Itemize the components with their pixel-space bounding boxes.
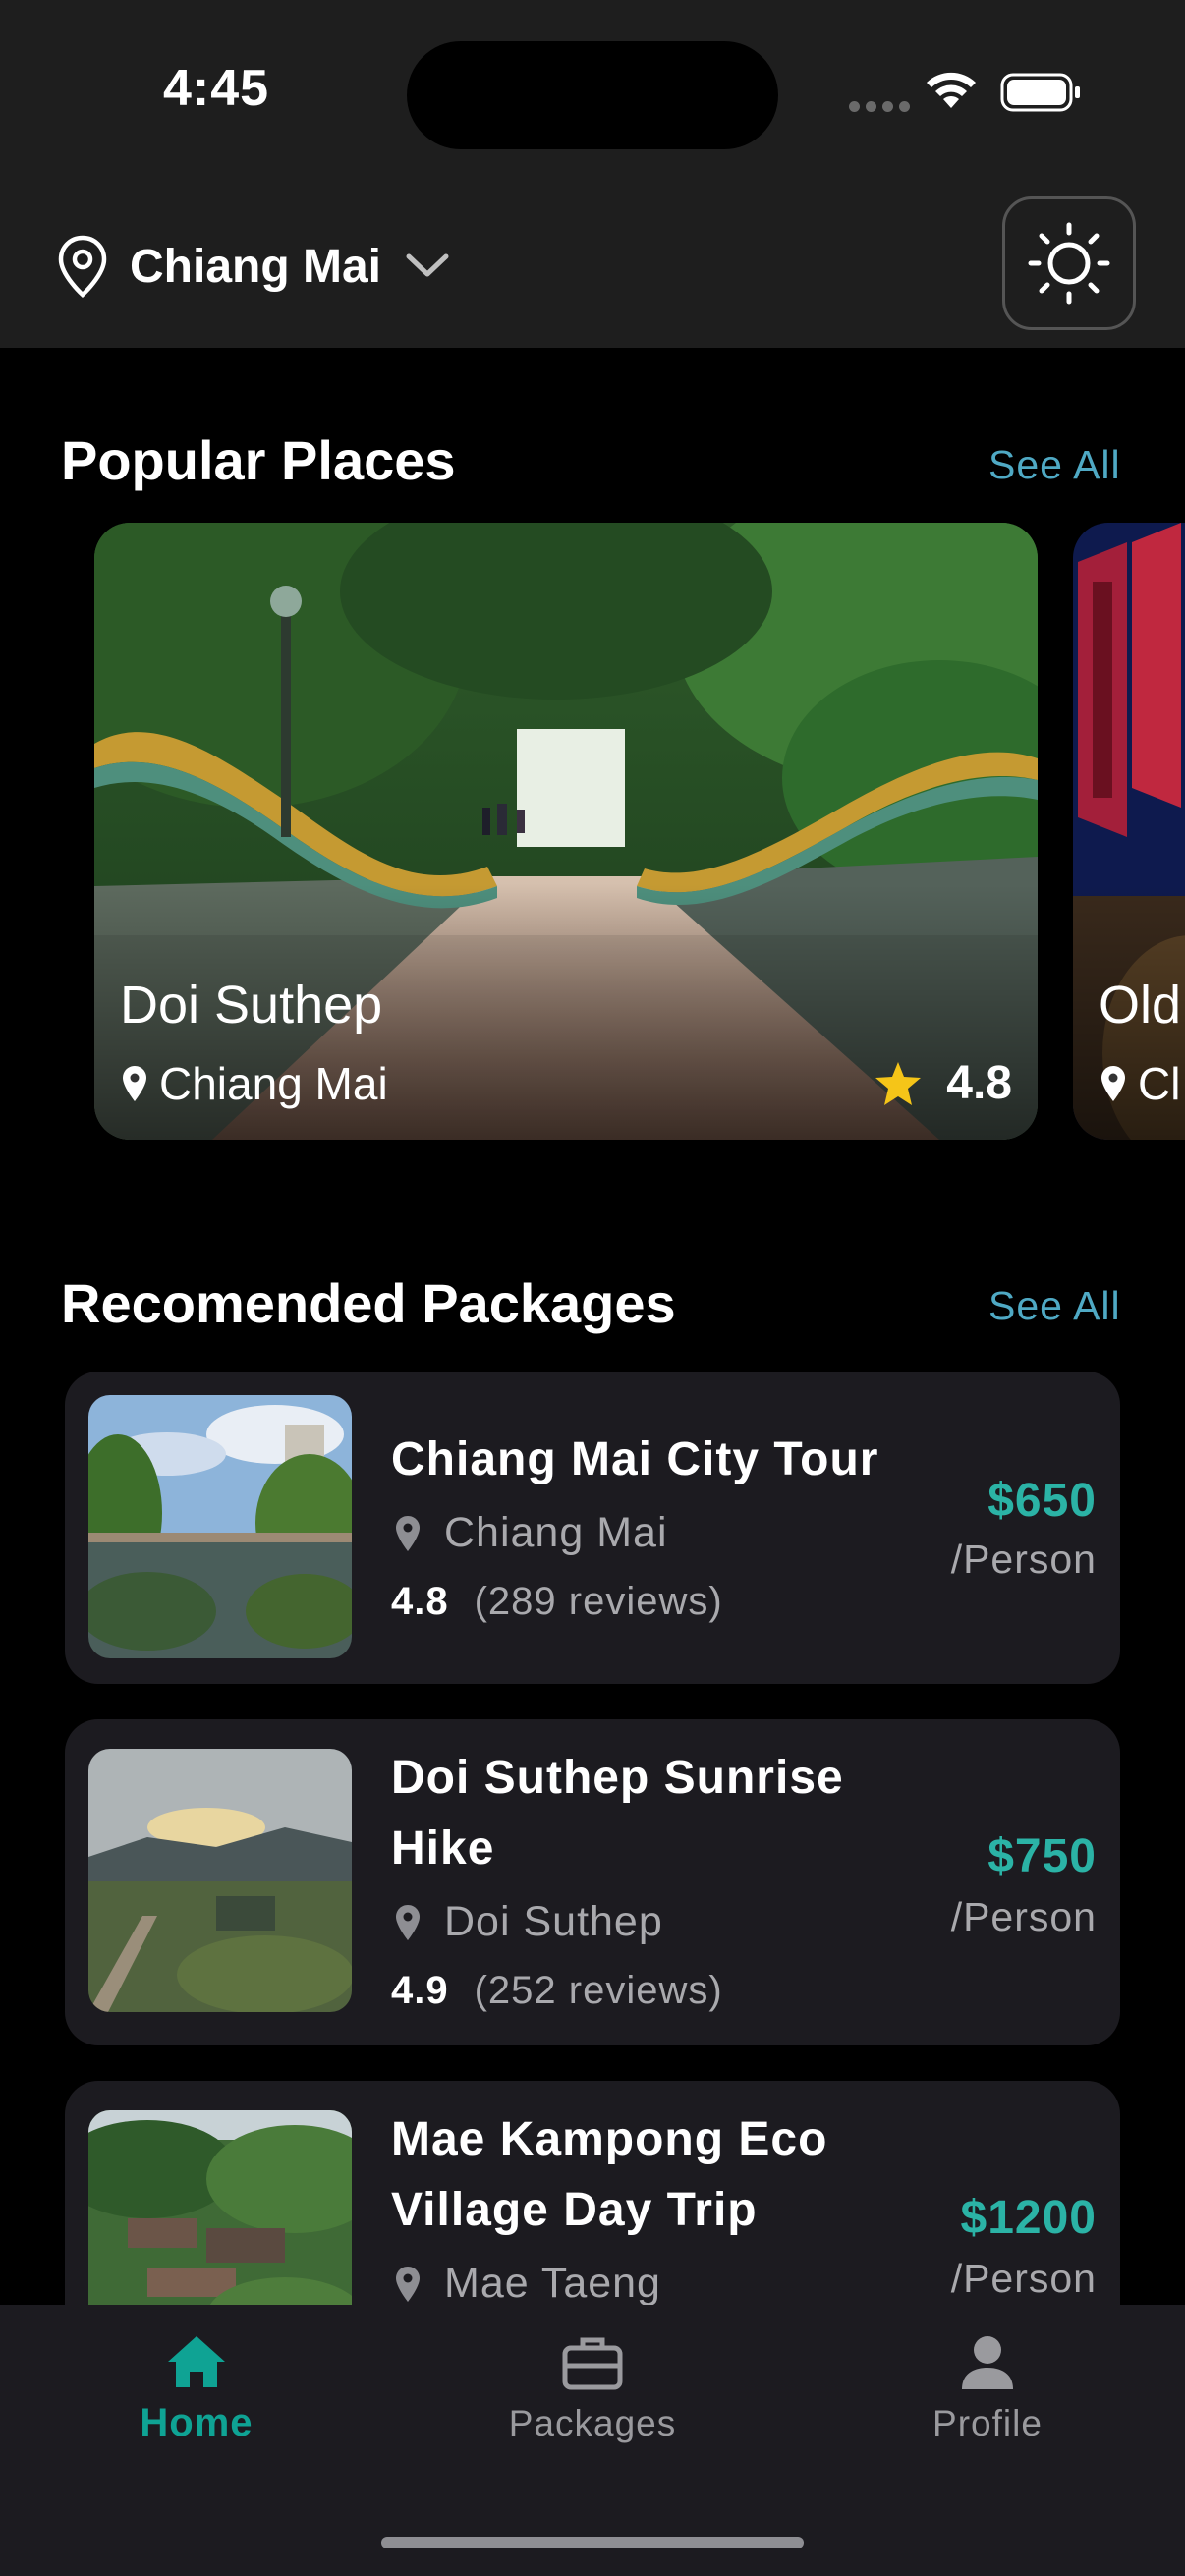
package-image (88, 1395, 352, 1658)
location-pin-icon (58, 235, 107, 299)
chevron-down-icon (406, 253, 449, 277)
popular-see-all-link[interactable]: See All (988, 442, 1121, 488)
wifi-icon (927, 72, 976, 108)
briefcase-icon (562, 2337, 623, 2390)
status-time: 4:45 (163, 60, 270, 117)
nav-home[interactable]: Home (49, 2334, 344, 2445)
location-pin-icon (123, 1066, 146, 1101)
package-card[interactable]: Doi Suthep Sunrise Hike Doi Suthep 4.9 (2… (65, 1719, 1120, 2045)
package-price: $650 (988, 1475, 1097, 1527)
location-pin-icon (396, 1904, 420, 1940)
place-rating: 4.8 (874, 1056, 1012, 1110)
package-location: Doi Suthep (395, 1898, 663, 1946)
packages-title: Recomended Packages (61, 1272, 676, 1334)
package-price-unit: /Person (950, 1537, 1097, 1582)
place-location: Cl (1100, 1057, 1180, 1110)
home-indicator (381, 2537, 804, 2548)
star-icon (875, 1061, 922, 1105)
package-price-unit: /Person (950, 1894, 1097, 1939)
theme-toggle-button[interactable] (1002, 196, 1136, 330)
package-title: Doi Suthep Sunrise Hike (391, 1752, 844, 1875)
place-card[interactable]: Doi Suthep Chiang Mai 4.8 (94, 523, 1038, 1140)
package-card[interactable]: Chiang Mai City Tour Chiang Mai 4.8 (289 … (65, 1372, 1120, 1684)
sun-icon (1028, 222, 1110, 305)
place-location: Chiang Mai (122, 1057, 388, 1110)
place-name: Old (1099, 976, 1182, 1035)
packages-see-all-link[interactable]: See All (988, 1283, 1121, 1329)
signal-icon (849, 101, 910, 112)
popular-places-title: Popular Places (61, 429, 456, 491)
location-pin-icon (1101, 1066, 1125, 1101)
package-rating: 4.8 (289 reviews) (391, 1580, 723, 1623)
package-price-unit: /Person (950, 2256, 1097, 2301)
battery-icon (1000, 73, 1080, 112)
package-rating: 4.9 (252 reviews) (391, 1969, 723, 2012)
package-image (88, 1749, 352, 2012)
package-price: $1200 (960, 2192, 1097, 2244)
package-location: Mae Taeng (395, 2260, 661, 2308)
nav-profile[interactable]: Profile (840, 2334, 1135, 2444)
location-pin-icon (396, 2266, 420, 2302)
place-card[interactable]: Old Cl (1073, 523, 1185, 1140)
location-pin-icon (396, 1515, 420, 1551)
package-price: $750 (988, 1830, 1097, 1882)
current-location: Chiang Mai (130, 240, 382, 293)
nav-packages[interactable]: Packages (445, 2334, 740, 2444)
dynamic-island (407, 41, 778, 149)
package-title: Mae Kampong Eco Village Day Trip (391, 2113, 828, 2236)
app-header: 4:45 Chiang Mai (0, 0, 1185, 348)
package-location: Chiang Mai (395, 1509, 668, 1557)
location-selector[interactable]: Chiang Mai (53, 234, 450, 299)
package-title: Chiang Mai City Tour (391, 1433, 879, 1485)
bottom-nav: Home Packages Profile (0, 2305, 1185, 2576)
home-icon (168, 2336, 225, 2387)
person-icon (962, 2336, 1013, 2389)
place-name: Doi Suthep (120, 976, 383, 1035)
